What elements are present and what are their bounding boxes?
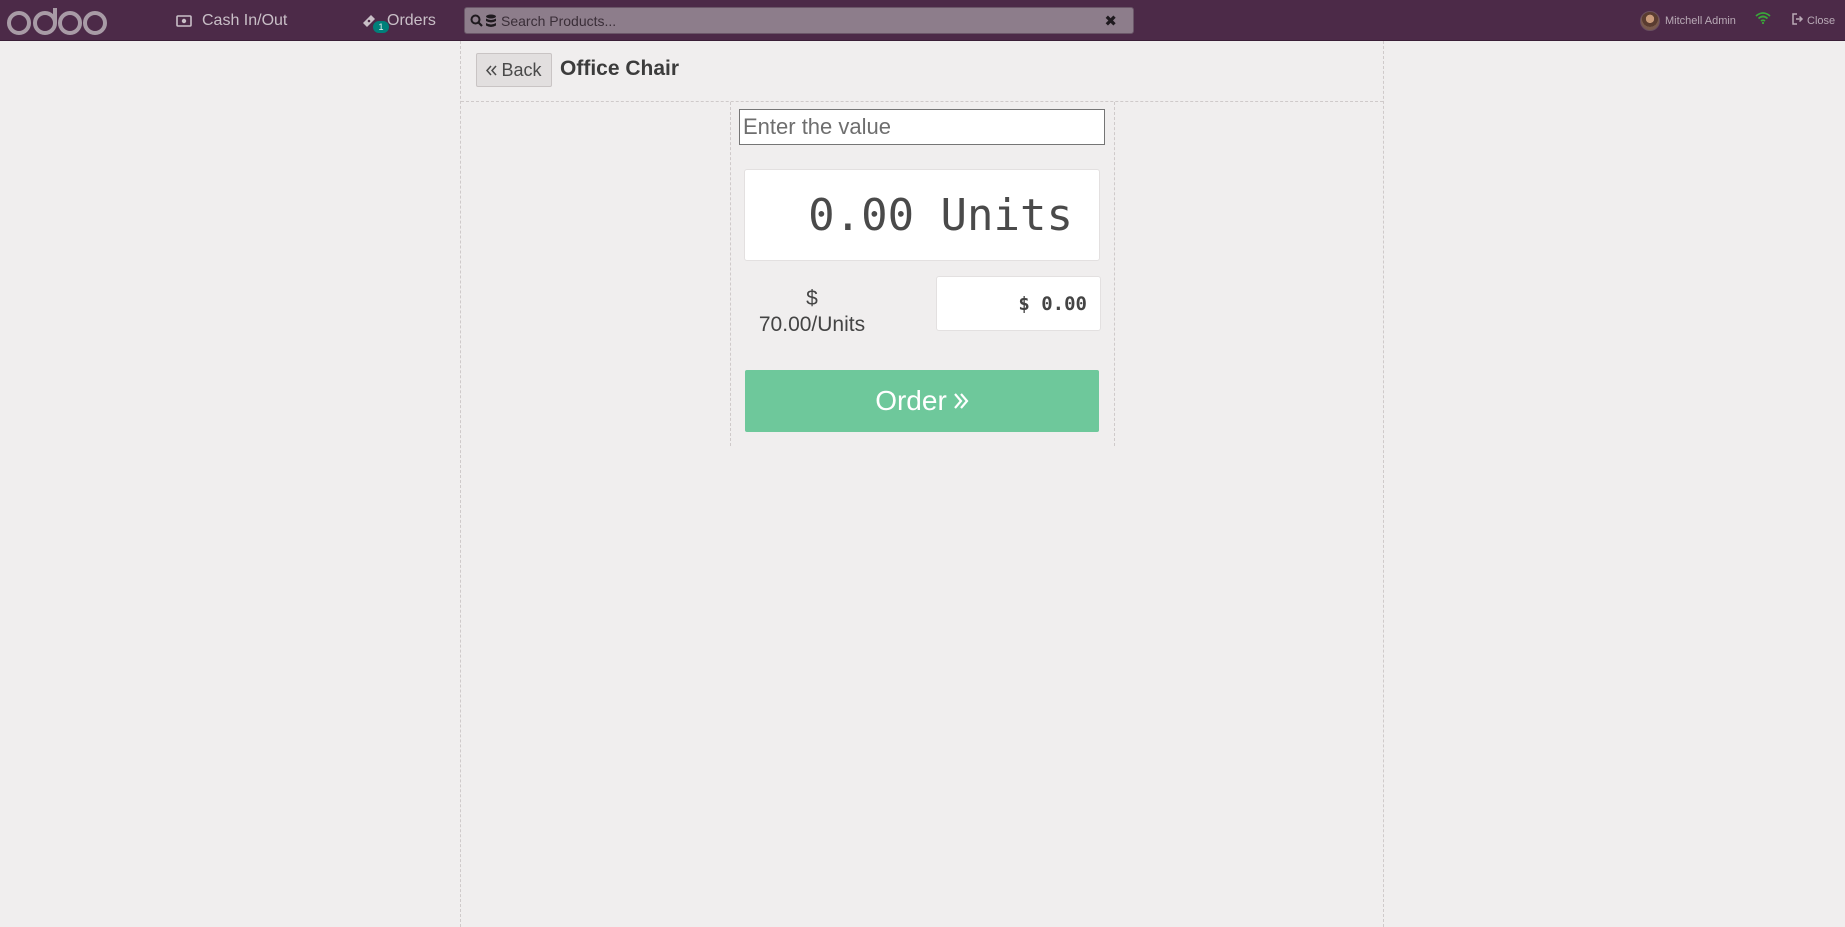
close-session-button[interactable]: Close xyxy=(1792,0,1835,41)
product-search-bar: ✖ xyxy=(464,7,1134,34)
odoo-logo xyxy=(7,8,107,35)
total-price-display: $ 0.00 xyxy=(936,276,1101,331)
unit-price: $ 70.00/Units xyxy=(745,286,879,338)
wifi-icon[interactable] xyxy=(1755,12,1771,24)
sign-out-icon xyxy=(1792,13,1804,28)
quantity-panel: 0.00 Units $ 70.00/Units $ 0.00 Order xyxy=(730,102,1115,446)
order-button[interactable]: Order xyxy=(745,370,1099,432)
unit-price-value: 70.00/Units xyxy=(758,313,866,336)
user-menu[interactable]: Mitchell Admin xyxy=(1640,0,1736,41)
back-button[interactable]: Back xyxy=(476,53,552,87)
search-icon xyxy=(470,14,483,27)
product-configurator-screen: Back Office Chair 0.00 Units $ 70.00/Uni… xyxy=(460,41,1384,927)
user-name: Mitchell Admin xyxy=(1665,14,1736,27)
page-title: Office Chair xyxy=(560,57,680,80)
avatar xyxy=(1640,10,1660,31)
back-label: Back xyxy=(501,59,542,80)
orders-button[interactable]: 1 Orders xyxy=(361,0,436,41)
close-label: Close xyxy=(1807,14,1836,27)
value-input[interactable] xyxy=(739,109,1105,145)
search-input[interactable] xyxy=(497,12,1105,29)
clear-search-icon[interactable]: ✖ xyxy=(1104,12,1117,30)
unit-price-symbol: $ xyxy=(806,287,818,310)
orders-count-badge: 1 xyxy=(373,20,389,33)
quantity-display: 0.00 Units xyxy=(744,169,1100,261)
double-chevron-right-icon xyxy=(953,385,969,417)
double-chevron-left-icon xyxy=(486,60,498,81)
top-bar: Cash In/Out 1 Orders ✖ Mitchell Admin Cl… xyxy=(0,0,1845,41)
cash-in-out-button[interactable]: Cash In/Out xyxy=(176,0,287,41)
money-icon xyxy=(176,14,192,27)
ticket-icon: 1 xyxy=(361,13,389,33)
orders-label: Orders xyxy=(387,11,436,29)
screen-header: Back Office Chair xyxy=(461,41,1383,102)
cash-in-out-label: Cash In/Out xyxy=(202,11,288,29)
order-label: Order xyxy=(875,385,947,416)
database-icon xyxy=(485,14,497,28)
